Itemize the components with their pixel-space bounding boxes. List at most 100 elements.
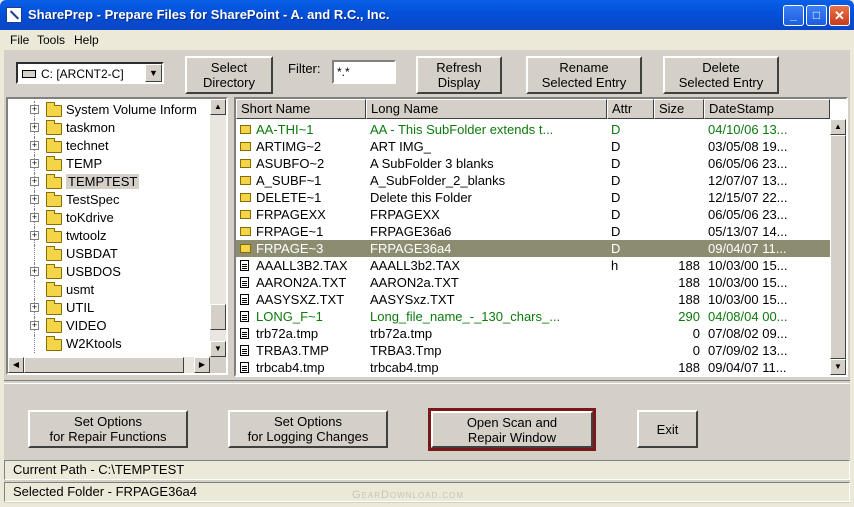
table-row[interactable]: LONG_F~1 Long_file_name_-_130_chars_... 29… bbox=[236, 308, 830, 325]
delete-entry-button[interactable]: Delete Selected Entry bbox=[663, 56, 779, 94]
open-scan-repair-button[interactable]: Open Scan and Repair Window bbox=[428, 408, 596, 451]
cell-short: FRPAGE~3 bbox=[256, 241, 324, 256]
cell-long: TRBA3.Tmp bbox=[370, 343, 442, 358]
cell-size: 188 bbox=[678, 275, 700, 290]
tree-item[interactable]: USBDAT bbox=[8, 245, 212, 263]
filter-input[interactable]: *.* bbox=[332, 60, 396, 84]
folder-tree[interactable]: + System Volume Inform + taskmon + technet + TE… bbox=[6, 97, 228, 375]
tree-item[interactable]: + TEMPTEST bbox=[8, 173, 212, 191]
table-row[interactable]: ASUBFO~2 A SubFolder 3 blanks D 06/05/06 23… bbox=[236, 155, 830, 172]
table-row[interactable]: AAALL3B2.TAX AAALL3b2.TAX h 188 10/03/00 15.… bbox=[236, 257, 830, 274]
scroll-left-icon[interactable]: ◀ bbox=[8, 357, 24, 373]
logging-options-button[interactable]: Set Options for Logging Changes bbox=[228, 410, 388, 448]
table-row[interactable]: DELETE~1 Delete this Folder D 12/15/07 22..… bbox=[236, 189, 830, 206]
column-attr[interactable]: Attr bbox=[607, 99, 654, 119]
menu-file[interactable]: File bbox=[10, 33, 29, 47]
table-row[interactable]: FRPAGEXX FRPAGEXX D 06/05/06 23... bbox=[236, 206, 830, 223]
tree-item[interactable]: + TEMP bbox=[8, 155, 212, 173]
cell-date: 05/13/07 14... bbox=[708, 224, 788, 239]
tree-hscroll-thumb[interactable] bbox=[24, 357, 184, 373]
cell-short: ASUBFO~2 bbox=[256, 156, 325, 171]
cell-short: ARTIMG~2 bbox=[256, 139, 322, 154]
rename-entry-button[interactable]: Rename Selected Entry bbox=[526, 56, 642, 94]
expand-icon[interactable]: + bbox=[30, 303, 39, 312]
table-row[interactable]: trbcab4.tmp trbcab4.tmp 188 09/04/07 11... bbox=[236, 359, 830, 375]
tree-item[interactable]: + TestSpec bbox=[8, 191, 212, 209]
expand-icon[interactable]: + bbox=[30, 159, 39, 168]
minimize-button[interactable]: _ bbox=[783, 5, 804, 26]
cell-size: 188 bbox=[678, 258, 700, 273]
tree-item-label: usmt bbox=[66, 282, 95, 297]
tree-item[interactable]: + USBDOS bbox=[8, 263, 212, 281]
menu-help[interactable]: Help bbox=[74, 33, 99, 47]
column-datestamp[interactable]: DateStamp bbox=[704, 99, 830, 119]
table-row[interactable]: A_SUBF~1 A_SubFolder_2_blanks D 12/07/07 13… bbox=[236, 172, 830, 189]
scroll-up-icon[interactable]: ▲ bbox=[210, 99, 226, 115]
table-row[interactable]: FRPAGE~3 FRPAGE36a4 D 09/04/07 11... bbox=[236, 240, 830, 257]
table-row[interactable]: AASYSXZ.TXT AASYSxz.TXT 188 10/03/00 15... bbox=[236, 291, 830, 308]
table-row[interactable]: AA-THI~1 AA - This SubFolder extends t...… bbox=[236, 121, 830, 138]
cell-long: A SubFolder 3 blanks bbox=[370, 156, 494, 171]
tree-item[interactable]: + System Volume Inform bbox=[8, 101, 212, 119]
tree-vscrollbar[interactable]: ▲ ▼ bbox=[210, 99, 226, 357]
column-size[interactable]: Size bbox=[654, 99, 704, 119]
maximize-button[interactable]: □ bbox=[806, 5, 827, 26]
cell-date: 09/04/07 11... bbox=[708, 241, 787, 256]
cell-size: 188 bbox=[678, 292, 700, 307]
exit-button[interactable]: Exit bbox=[637, 410, 698, 448]
expand-icon[interactable]: + bbox=[30, 321, 39, 330]
folder-icon bbox=[46, 192, 62, 207]
tree-item[interactable]: usmt bbox=[8, 281, 212, 299]
select-directory-button[interactable]: Select Directory bbox=[185, 56, 273, 94]
tree-item-label: toKdrive bbox=[66, 210, 114, 225]
cell-date: 06/05/06 23... bbox=[708, 207, 788, 222]
scroll-down-icon[interactable]: ▼ bbox=[210, 341, 226, 357]
list-vscroll-thumb[interactable] bbox=[830, 135, 846, 359]
tree-item[interactable]: + VIDEO bbox=[8, 317, 212, 335]
expand-icon[interactable]: + bbox=[30, 141, 39, 150]
drive-select[interactable]: C: [ARCNT2-C] ▼ bbox=[16, 62, 164, 84]
tree-item[interactable]: + toKdrive bbox=[8, 209, 212, 227]
list-vscrollbar[interactable]: ▲ ▼ bbox=[830, 119, 846, 375]
divider bbox=[4, 380, 850, 384]
refresh-display-button[interactable]: Refresh Display bbox=[416, 56, 502, 94]
tree-item[interactable]: W2Ktools bbox=[8, 335, 212, 353]
menu-tools[interactable]: Tools bbox=[37, 33, 65, 47]
expand-icon[interactable]: + bbox=[30, 195, 39, 204]
tree-item[interactable]: + UTIL bbox=[8, 299, 212, 317]
window-title: SharePrep - Prepare Files for SharePoint… bbox=[28, 7, 390, 22]
expand-icon[interactable]: + bbox=[30, 231, 39, 240]
table-row[interactable]: FRPAGE~1 FRPAGE36a6 D 05/13/07 14... bbox=[236, 223, 830, 240]
tree-item-label: technet bbox=[66, 138, 109, 153]
cell-attr: D bbox=[611, 156, 621, 171]
expand-icon[interactable]: + bbox=[30, 213, 39, 222]
table-row[interactable]: AARON2A.TXT AARON2a.TXT 188 10/03/00 15... bbox=[236, 274, 830, 291]
file-list[interactable]: Short Name Long Name Attr Size DateStamp… bbox=[234, 97, 848, 377]
scroll-up-icon[interactable]: ▲ bbox=[830, 119, 846, 135]
tree-hscrollbar[interactable]: ◀ ▶ bbox=[8, 357, 210, 373]
expand-icon[interactable]: + bbox=[30, 105, 39, 114]
column-short-name[interactable]: Short Name bbox=[236, 99, 366, 119]
expand-icon[interactable]: + bbox=[30, 123, 39, 132]
column-long-name[interactable]: Long Name bbox=[366, 99, 607, 119]
folder-icon bbox=[46, 156, 62, 171]
scroll-down-icon[interactable]: ▼ bbox=[830, 359, 846, 375]
cell-date: 07/08/02 09... bbox=[708, 326, 788, 341]
expand-icon[interactable]: + bbox=[30, 177, 39, 186]
close-button[interactable]: ✕ bbox=[829, 5, 850, 26]
repair-options-button[interactable]: Set Options for Repair Functions bbox=[28, 410, 188, 448]
table-row[interactable]: trb72a.tmp trb72a.tmp 0 07/08/02 09... bbox=[236, 325, 830, 342]
title-bar[interactable]: SharePrep - Prepare Files for SharePoint… bbox=[0, 0, 854, 30]
tree-item[interactable]: + technet bbox=[8, 137, 212, 155]
tree-item[interactable]: + taskmon bbox=[8, 119, 212, 137]
tree-vscroll-thumb[interactable] bbox=[210, 304, 226, 330]
table-row[interactable]: TRBA3.TMP TRBA3.Tmp 0 07/09/02 13... bbox=[236, 342, 830, 359]
cell-attr: D bbox=[611, 139, 621, 154]
table-row[interactable]: ARTIMG~2 ART IMG_ D 03/05/08 19... bbox=[236, 138, 830, 155]
scroll-right-icon[interactable]: ▶ bbox=[194, 357, 210, 373]
tree-item[interactable]: + twtoolz bbox=[8, 227, 212, 245]
cell-short: AARON2A.TXT bbox=[256, 275, 347, 290]
cell-long: FRPAGEXX bbox=[370, 207, 440, 222]
expand-icon[interactable]: + bbox=[30, 267, 39, 276]
chevron-down-icon[interactable]: ▼ bbox=[145, 64, 162, 82]
